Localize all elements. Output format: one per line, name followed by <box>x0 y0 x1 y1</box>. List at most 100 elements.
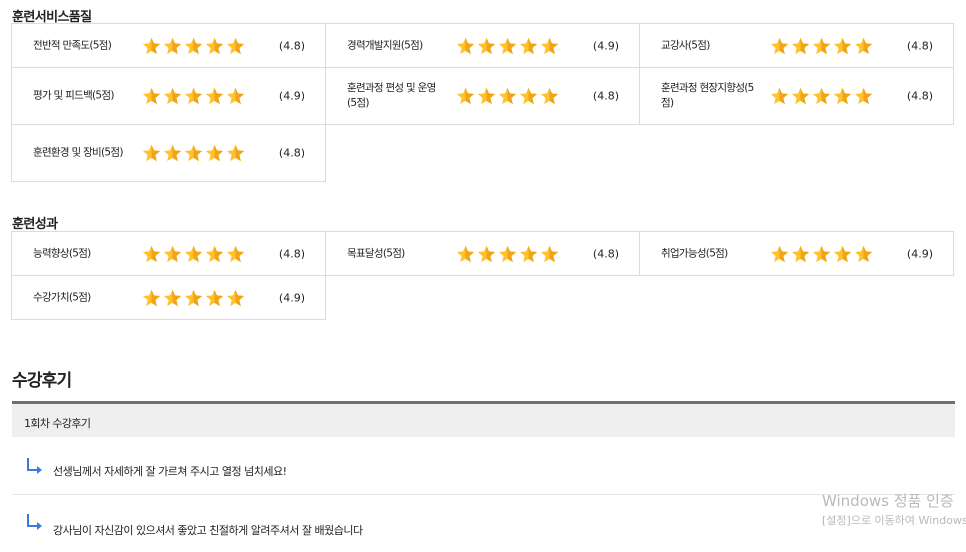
star-icon <box>770 37 789 54</box>
star-icon <box>477 87 496 105</box>
star-icon <box>812 37 831 54</box>
reviews-section-title: 수강후기 <box>12 371 72 391</box>
star-icon <box>477 245 496 262</box>
rating-cell: 훈련과정 편성 및 운영(5점) (4.8) <box>326 68 640 125</box>
star-icon <box>163 245 182 262</box>
review-text: 선생님께서 자세하게 잘 가르쳐 주시고 열정 넘치세요! <box>53 465 287 478</box>
star-icon <box>456 37 475 54</box>
star-icon <box>142 289 161 306</box>
rating-label: 교강사(5점) <box>661 39 710 51</box>
star-icon <box>854 245 873 262</box>
reply-arrow-icon <box>27 514 42 530</box>
star-icon <box>184 245 203 262</box>
review-item: 선생님께서 자세하게 잘 가르쳐 주시고 열정 넘치세요! <box>12 437 955 495</box>
rating-row: 전반적 만족도(5점) (4.8) 경력개발지원(5점) (4.9) 교강사(5점) (4… <box>12 24 954 68</box>
review-item: 강사님이 자신감이 있으셔서 좋았고 친절하게 알려주셔서 잘 배웠습니다 <box>12 496 955 552</box>
empty-cell <box>326 276 640 320</box>
star-icon <box>854 87 873 105</box>
star-rating <box>142 144 245 162</box>
watermark-line-2: [설정]으로 이동하여 Windows <box>822 514 966 527</box>
rating-cell: 교강사(5점) (4.8) <box>640 24 954 68</box>
rating-cell: 훈련과정 현장지향성(5점) (4.8) <box>640 68 954 125</box>
rating-row: 능력향상(5점) (4.8) 목표달성(5점) (4.8) 취업가능성(5점) (4.9) <box>12 232 954 276</box>
star-icon <box>184 144 203 162</box>
star-rating <box>456 87 559 105</box>
windows-activation-watermark: Windows 정품 인증 [설정]으로 이동하여 Windows <box>822 490 966 527</box>
star-icon <box>226 87 245 105</box>
rating-score: (4.8) <box>278 247 305 260</box>
outcome-rating-grid: 능력향상(5점) (4.8) 목표달성(5점) (4.8) 취업가능성(5점) (4.9)… <box>11 231 954 320</box>
star-icon <box>184 87 203 105</box>
star-icon <box>791 87 810 105</box>
watermark-line-1: Windows 정품 인증 <box>822 492 954 510</box>
star-icon <box>519 37 538 54</box>
star-icon <box>833 87 852 105</box>
empty-cell <box>640 125 954 182</box>
rating-label: 평가 및 피드백(5점) <box>33 89 114 102</box>
rating-row: 평가 및 피드백(5점) (4.9) 훈련과정 편성 및 운영(5점) (4.8) 훈련… <box>12 68 954 125</box>
rating-label: 경력개발지원(5점) <box>347 39 423 51</box>
star-icon <box>163 289 182 306</box>
quality-rating-grid: 전반적 만족도(5점) (4.8) 경력개발지원(5점) (4.9) 교강사(5점) (4… <box>11 23 954 182</box>
star-icon <box>854 37 873 54</box>
star-icon <box>456 87 475 105</box>
star-rating <box>142 37 245 55</box>
rating-label: 훈련과정 편성 및 운영(5점) <box>347 82 436 109</box>
rating-score: (4.9) <box>592 39 619 52</box>
star-rating <box>770 37 873 55</box>
star-rating <box>456 37 559 55</box>
star-rating <box>456 245 559 263</box>
star-icon <box>770 87 789 105</box>
star-icon <box>833 37 852 54</box>
rating-cell: 목표달성(5점) (4.8) <box>326 232 640 276</box>
review-session-label: 1회차 수강후기 <box>24 417 91 430</box>
star-icon <box>540 245 559 262</box>
star-icon <box>142 245 161 262</box>
star-icon <box>498 87 517 105</box>
star-icon <box>791 37 810 54</box>
star-icon <box>226 245 245 262</box>
rating-label: 전반적 만족도(5점) <box>33 39 112 51</box>
star-icon <box>205 144 224 162</box>
star-icon <box>519 87 538 105</box>
star-rating <box>770 245 873 263</box>
rating-label: 수강가치(5점) <box>33 291 91 303</box>
star-icon <box>184 289 203 306</box>
star-icon <box>205 245 224 262</box>
star-icon <box>540 37 559 54</box>
rating-score: (4.8) <box>592 247 619 260</box>
rating-label: 훈련환경 및 장비(5점) <box>33 146 123 159</box>
star-icon <box>770 245 789 262</box>
star-icon <box>540 87 559 105</box>
review-session-header[interactable]: 1회차 수강후기 <box>12 401 955 437</box>
star-icon <box>163 87 182 105</box>
star-icon <box>163 144 182 162</box>
star-icon <box>498 245 517 262</box>
star-icon <box>519 245 538 262</box>
empty-cell <box>640 276 954 320</box>
rating-label: 취업가능성(5점) <box>661 247 728 259</box>
star-rating <box>142 289 245 307</box>
star-icon <box>142 37 161 54</box>
rating-cell: 수강가치(5점) (4.9) <box>12 276 326 320</box>
star-icon <box>142 144 161 162</box>
star-icon <box>226 37 245 54</box>
star-icon <box>812 245 831 262</box>
rating-row: 수강가치(5점) (4.9) <box>12 276 954 320</box>
star-rating <box>142 87 245 105</box>
rating-score: (4.8) <box>278 39 305 52</box>
rating-score: (4.9) <box>906 247 933 260</box>
rating-label: 능력향상(5점) <box>33 247 91 259</box>
star-icon <box>163 37 182 54</box>
star-icon <box>456 245 475 262</box>
star-icon <box>184 37 203 54</box>
star-icon <box>142 87 161 105</box>
star-icon <box>226 289 245 306</box>
star-rating <box>142 245 245 263</box>
star-icon <box>205 37 224 54</box>
star-icon <box>833 245 852 262</box>
rating-cell: 전반적 만족도(5점) (4.8) <box>12 24 326 68</box>
star-icon <box>477 37 496 54</box>
outcome-section-title: 훈련성과 <box>12 217 58 232</box>
empty-cell <box>326 125 640 182</box>
